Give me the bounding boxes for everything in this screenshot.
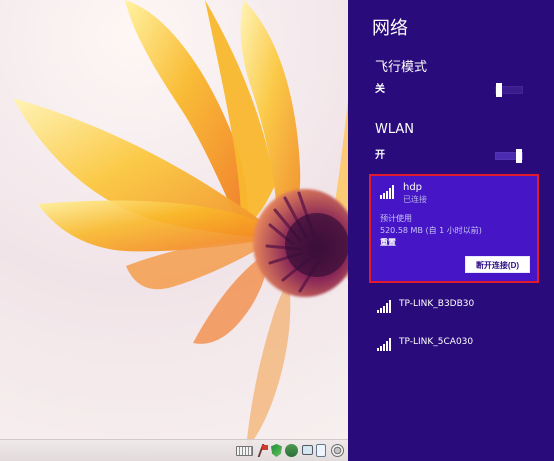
- disconnect-button[interactable]: 断开连接(D): [465, 256, 530, 273]
- network-name: TP-LINK_5CA030: [399, 337, 474, 347]
- toggle-knob[interactable]: [496, 83, 502, 97]
- people-icon[interactable]: [285, 444, 298, 457]
- airplane-mode-label: 飞行模式: [375, 60, 428, 75]
- document-icon[interactable]: [316, 444, 326, 457]
- desktop-wallpaper: [0, 0, 348, 461]
- wifi-signal-icon: [377, 338, 392, 351]
- network-name: TP-LINK_B3DB30: [399, 299, 475, 309]
- connected-network-name: hdp: [403, 182, 423, 193]
- toggle-knob[interactable]: [516, 149, 522, 163]
- network-list-item[interactable]: TP-LINK_B3DB30: [377, 294, 537, 314]
- network-panel-title: 网络: [372, 18, 408, 39]
- wlan-toggle[interactable]: [495, 149, 523, 163]
- windows-desktop-network-screen: 网络 飞行模式 关 WLAN 开 hdp 已连接 预计使用 520.58 MB …: [0, 0, 554, 461]
- flag-icon[interactable]: [258, 444, 268, 457]
- settings-icon[interactable]: [331, 444, 344, 457]
- wlan-state: 开: [375, 150, 385, 161]
- security-shield-icon[interactable]: [271, 444, 282, 457]
- connected-network-status: 已连接: [403, 195, 427, 204]
- flower-wallpaper-image: [13, 0, 348, 449]
- reset-usage-link[interactable]: 重置: [380, 238, 396, 248]
- airplane-mode-state: 关: [375, 84, 385, 95]
- usage-label: 预计使用: [380, 214, 412, 223]
- usage-value: 520.58 MB (自 1 小时以前): [380, 226, 482, 235]
- taskbar-tray: [0, 439, 348, 461]
- wifi-signal-icon: [380, 185, 396, 199]
- network-list-item[interactable]: TP-LINK_5CA030: [377, 332, 537, 352]
- monitor-icon[interactable]: [302, 445, 313, 455]
- connected-network-card[interactable]: hdp 已连接 预计使用 520.58 MB (自 1 小时以前) 重置 断开连…: [369, 174, 539, 283]
- wlan-label: WLAN: [375, 122, 415, 137]
- network-settings-panel: 网络 飞行模式 关 WLAN 开 hdp 已连接 预计使用 520.58 MB …: [348, 0, 554, 461]
- wifi-signal-icon: [377, 300, 392, 313]
- airplane-mode-toggle[interactable]: [495, 83, 523, 97]
- keyboard-icon[interactable]: [236, 446, 253, 456]
